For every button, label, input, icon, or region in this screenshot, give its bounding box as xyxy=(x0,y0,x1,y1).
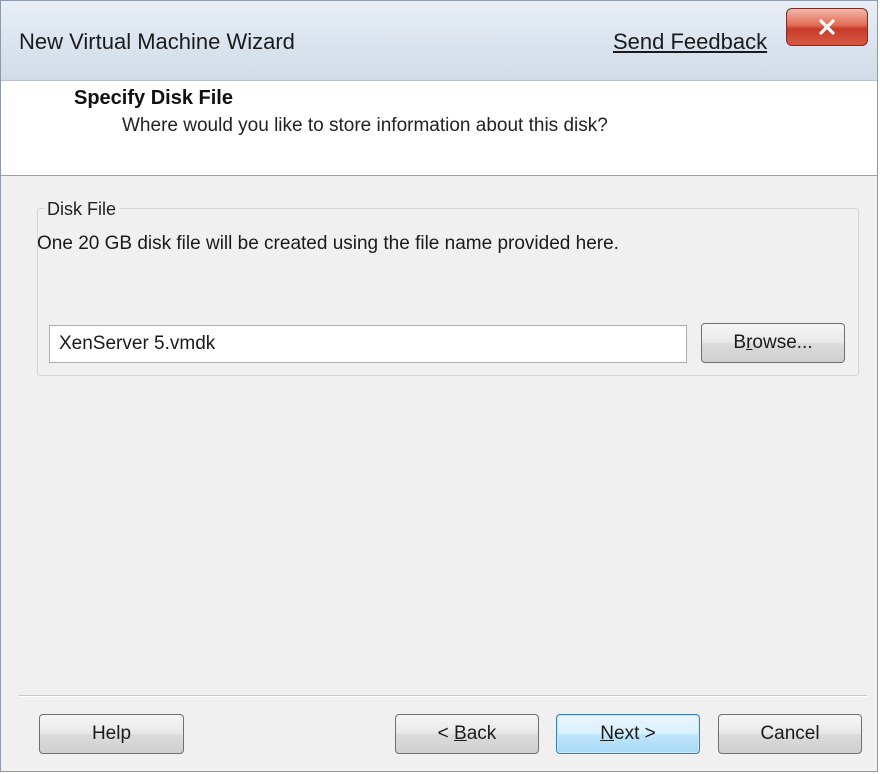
close-button[interactable] xyxy=(786,8,868,46)
next-button[interactable]: Next > xyxy=(556,714,700,754)
title-bar[interactable]: New Virtual Machine Wizard Send Feedback xyxy=(1,1,877,81)
back-label: < Back xyxy=(437,723,497,744)
next-label: Next > xyxy=(600,723,656,744)
back-button[interactable]: < Back xyxy=(395,714,539,754)
disk-file-name-input[interactable] xyxy=(49,325,687,363)
send-feedback-link[interactable]: Send Feedback xyxy=(613,29,767,55)
close-icon xyxy=(819,19,835,35)
help-label: Help xyxy=(91,723,132,744)
footer-separator xyxy=(19,695,867,697)
cancel-button[interactable]: Cancel xyxy=(718,714,862,754)
browse-button[interactable]: Browse... xyxy=(701,323,845,363)
cancel-label: Cancel xyxy=(760,723,820,744)
page-title: Specify Disk File xyxy=(74,87,233,109)
window-title: New Virtual Machine Wizard xyxy=(19,29,295,54)
disk-file-description: One 20 GB disk file will be created usin… xyxy=(37,233,619,254)
help-button[interactable]: Help xyxy=(39,714,184,754)
wizard-window: New Virtual Machine Wizard Send Feedback… xyxy=(0,0,878,772)
page-subtitle: Where would you like to store informatio… xyxy=(122,115,608,136)
disk-file-group-label: Disk File xyxy=(45,199,121,220)
browse-label: Browse... xyxy=(733,332,813,353)
wizard-header: Specify Disk File Where would you like t… xyxy=(1,81,877,176)
